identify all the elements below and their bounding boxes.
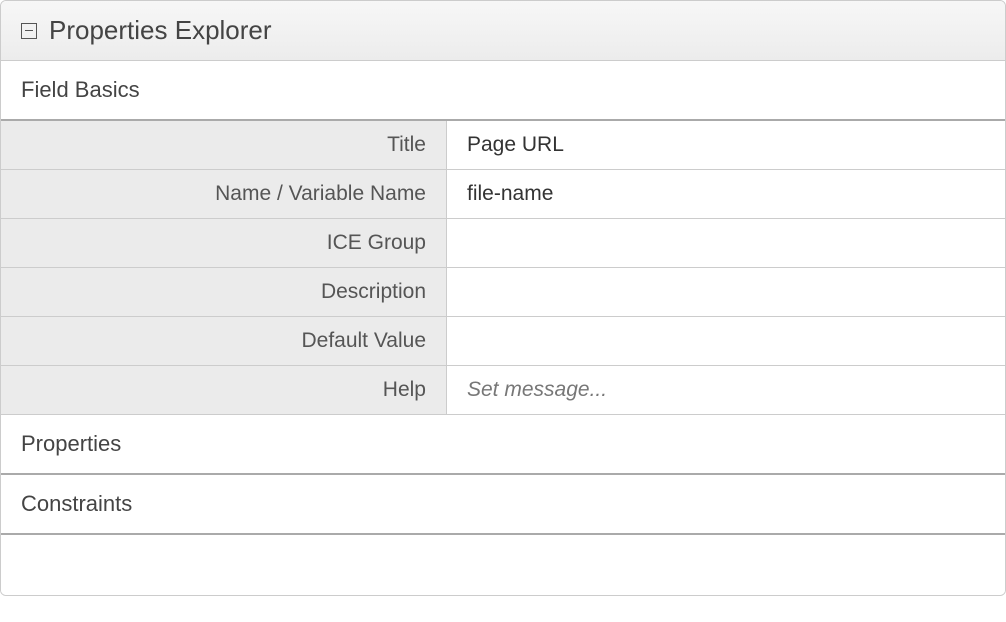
field-value-description[interactable] <box>447 268 1005 316</box>
section-constraints-header[interactable]: Constraints <box>1 475 1005 535</box>
field-label-help: Help <box>1 366 447 414</box>
properties-explorer-panel: Properties Explorer Field Basics Title P… <box>0 0 1006 596</box>
field-label-ice-group: ICE Group <box>1 219 447 267</box>
field-row-help: Help Set message... <box>1 366 1005 415</box>
field-label-default-value: Default Value <box>1 317 447 365</box>
field-row-name: Name / Variable Name file-name <box>1 170 1005 219</box>
blank-area <box>1 535 1005 595</box>
field-label-title: Title <box>1 121 447 169</box>
field-row-title: Title Page URL <box>1 121 1005 170</box>
field-value-title[interactable]: Page URL <box>447 121 1005 169</box>
field-row-description: Description <box>1 268 1005 317</box>
section-field-basics-header[interactable]: Field Basics <box>1 61 1005 121</box>
field-label-description: Description <box>1 268 447 316</box>
field-value-ice-group[interactable] <box>447 219 1005 267</box>
collapse-minus-icon[interactable] <box>21 23 37 39</box>
panel-header[interactable]: Properties Explorer <box>1 1 1005 61</box>
field-row-ice-group: ICE Group <box>1 219 1005 268</box>
field-row-default-value: Default Value <box>1 317 1005 366</box>
field-value-name[interactable]: file-name <box>447 170 1005 218</box>
field-value-help[interactable]: Set message... <box>447 366 1005 414</box>
panel-title: Properties Explorer <box>49 15 272 46</box>
section-properties-header[interactable]: Properties <box>1 415 1005 475</box>
field-value-default-value[interactable] <box>447 317 1005 365</box>
field-label-name: Name / Variable Name <box>1 170 447 218</box>
